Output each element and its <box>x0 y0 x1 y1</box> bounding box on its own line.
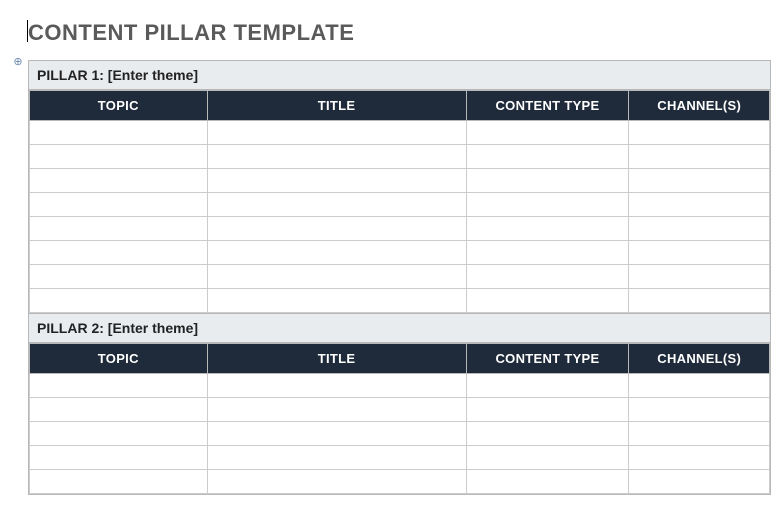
table-cell[interactable] <box>207 265 466 289</box>
table-cell[interactable] <box>207 470 466 494</box>
table-cell[interactable] <box>466 217 629 241</box>
table-cell[interactable] <box>629 217 770 241</box>
table-cell[interactable] <box>30 422 208 446</box>
table-row <box>30 470 770 494</box>
column-header-topic: TOPIC <box>30 91 208 121</box>
table-cell[interactable] <box>207 145 466 169</box>
pillar-header[interactable]: PILLAR 1: [Enter theme] <box>29 61 770 90</box>
table-cell[interactable] <box>207 217 466 241</box>
table-row <box>30 193 770 217</box>
table-cell[interactable] <box>30 470 208 494</box>
column-header-topic: TOPIC <box>30 344 208 374</box>
column-header-channels: CHANNEL(S) <box>629 91 770 121</box>
table-cell[interactable] <box>466 169 629 193</box>
table-cell[interactable] <box>207 169 466 193</box>
table-cell[interactable] <box>30 289 208 313</box>
table-cell[interactable] <box>30 193 208 217</box>
table-row <box>30 374 770 398</box>
column-header-content-type: CONTENT TYPE <box>466 344 629 374</box>
table-cell[interactable] <box>30 169 208 193</box>
table-cell[interactable] <box>207 121 466 145</box>
table-cell[interactable] <box>30 241 208 265</box>
table-cell[interactable] <box>207 374 466 398</box>
table-row <box>30 169 770 193</box>
table-cell[interactable] <box>629 265 770 289</box>
table-cell[interactable] <box>629 398 770 422</box>
table-cell[interactable] <box>629 374 770 398</box>
table-cell[interactable] <box>466 241 629 265</box>
table-row <box>30 398 770 422</box>
table-cell[interactable] <box>466 193 629 217</box>
table-cell[interactable] <box>30 217 208 241</box>
column-header-title: TITLE <box>207 91 466 121</box>
table-cell[interactable] <box>629 241 770 265</box>
pillar-block: PILLAR 2: [Enter theme]TOPICTITLECONTENT… <box>28 313 771 495</box>
table-cell[interactable] <box>207 193 466 217</box>
table-cell[interactable] <box>30 374 208 398</box>
table-cell[interactable] <box>30 265 208 289</box>
table-cell[interactable] <box>466 289 629 313</box>
table-row <box>30 265 770 289</box>
table-cell[interactable] <box>207 241 466 265</box>
table-cell[interactable] <box>207 446 466 470</box>
table-cell[interactable] <box>466 470 629 494</box>
table-cell[interactable] <box>629 446 770 470</box>
table-row <box>30 217 770 241</box>
table-row <box>30 446 770 470</box>
table-cell[interactable] <box>466 265 629 289</box>
table-cell[interactable] <box>30 446 208 470</box>
table-cell[interactable] <box>30 121 208 145</box>
table-cell[interactable] <box>466 398 629 422</box>
column-header-title: TITLE <box>207 344 466 374</box>
table-row <box>30 121 770 145</box>
table-cell[interactable] <box>629 289 770 313</box>
pillar-block: PILLAR 1: [Enter theme]TOPICTITLECONTENT… <box>28 60 771 314</box>
table-cell[interactable] <box>629 169 770 193</box>
column-header-channels: CHANNEL(S) <box>629 344 770 374</box>
table-cell[interactable] <box>466 145 629 169</box>
table-row <box>30 289 770 313</box>
table-cell[interactable] <box>207 398 466 422</box>
table-cell[interactable] <box>629 193 770 217</box>
table-cell[interactable] <box>30 398 208 422</box>
table-cell[interactable] <box>30 145 208 169</box>
table-anchor-icon: ⊕ <box>12 56 24 68</box>
pillar-header[interactable]: PILLAR 2: [Enter theme] <box>29 314 770 343</box>
table-cell[interactable] <box>629 145 770 169</box>
table-cell[interactable] <box>629 121 770 145</box>
table-cell[interactable] <box>466 422 629 446</box>
pillar-table: TOPICTITLECONTENT TYPECHANNEL(S) <box>29 343 770 494</box>
column-header-content-type: CONTENT TYPE <box>466 91 629 121</box>
page-title: CONTENT PILLAR TEMPLATE <box>28 20 771 46</box>
table-cell[interactable] <box>466 446 629 470</box>
table-cell[interactable] <box>207 422 466 446</box>
table-cell[interactable] <box>466 121 629 145</box>
text-cursor <box>27 20 28 42</box>
table-cell[interactable] <box>629 470 770 494</box>
table-row <box>30 241 770 265</box>
table-row <box>30 422 770 446</box>
table-row <box>30 145 770 169</box>
table-cell[interactable] <box>207 289 466 313</box>
pillar-table: TOPICTITLECONTENT TYPECHANNEL(S) <box>29 90 770 313</box>
table-cell[interactable] <box>466 374 629 398</box>
table-cell[interactable] <box>629 422 770 446</box>
